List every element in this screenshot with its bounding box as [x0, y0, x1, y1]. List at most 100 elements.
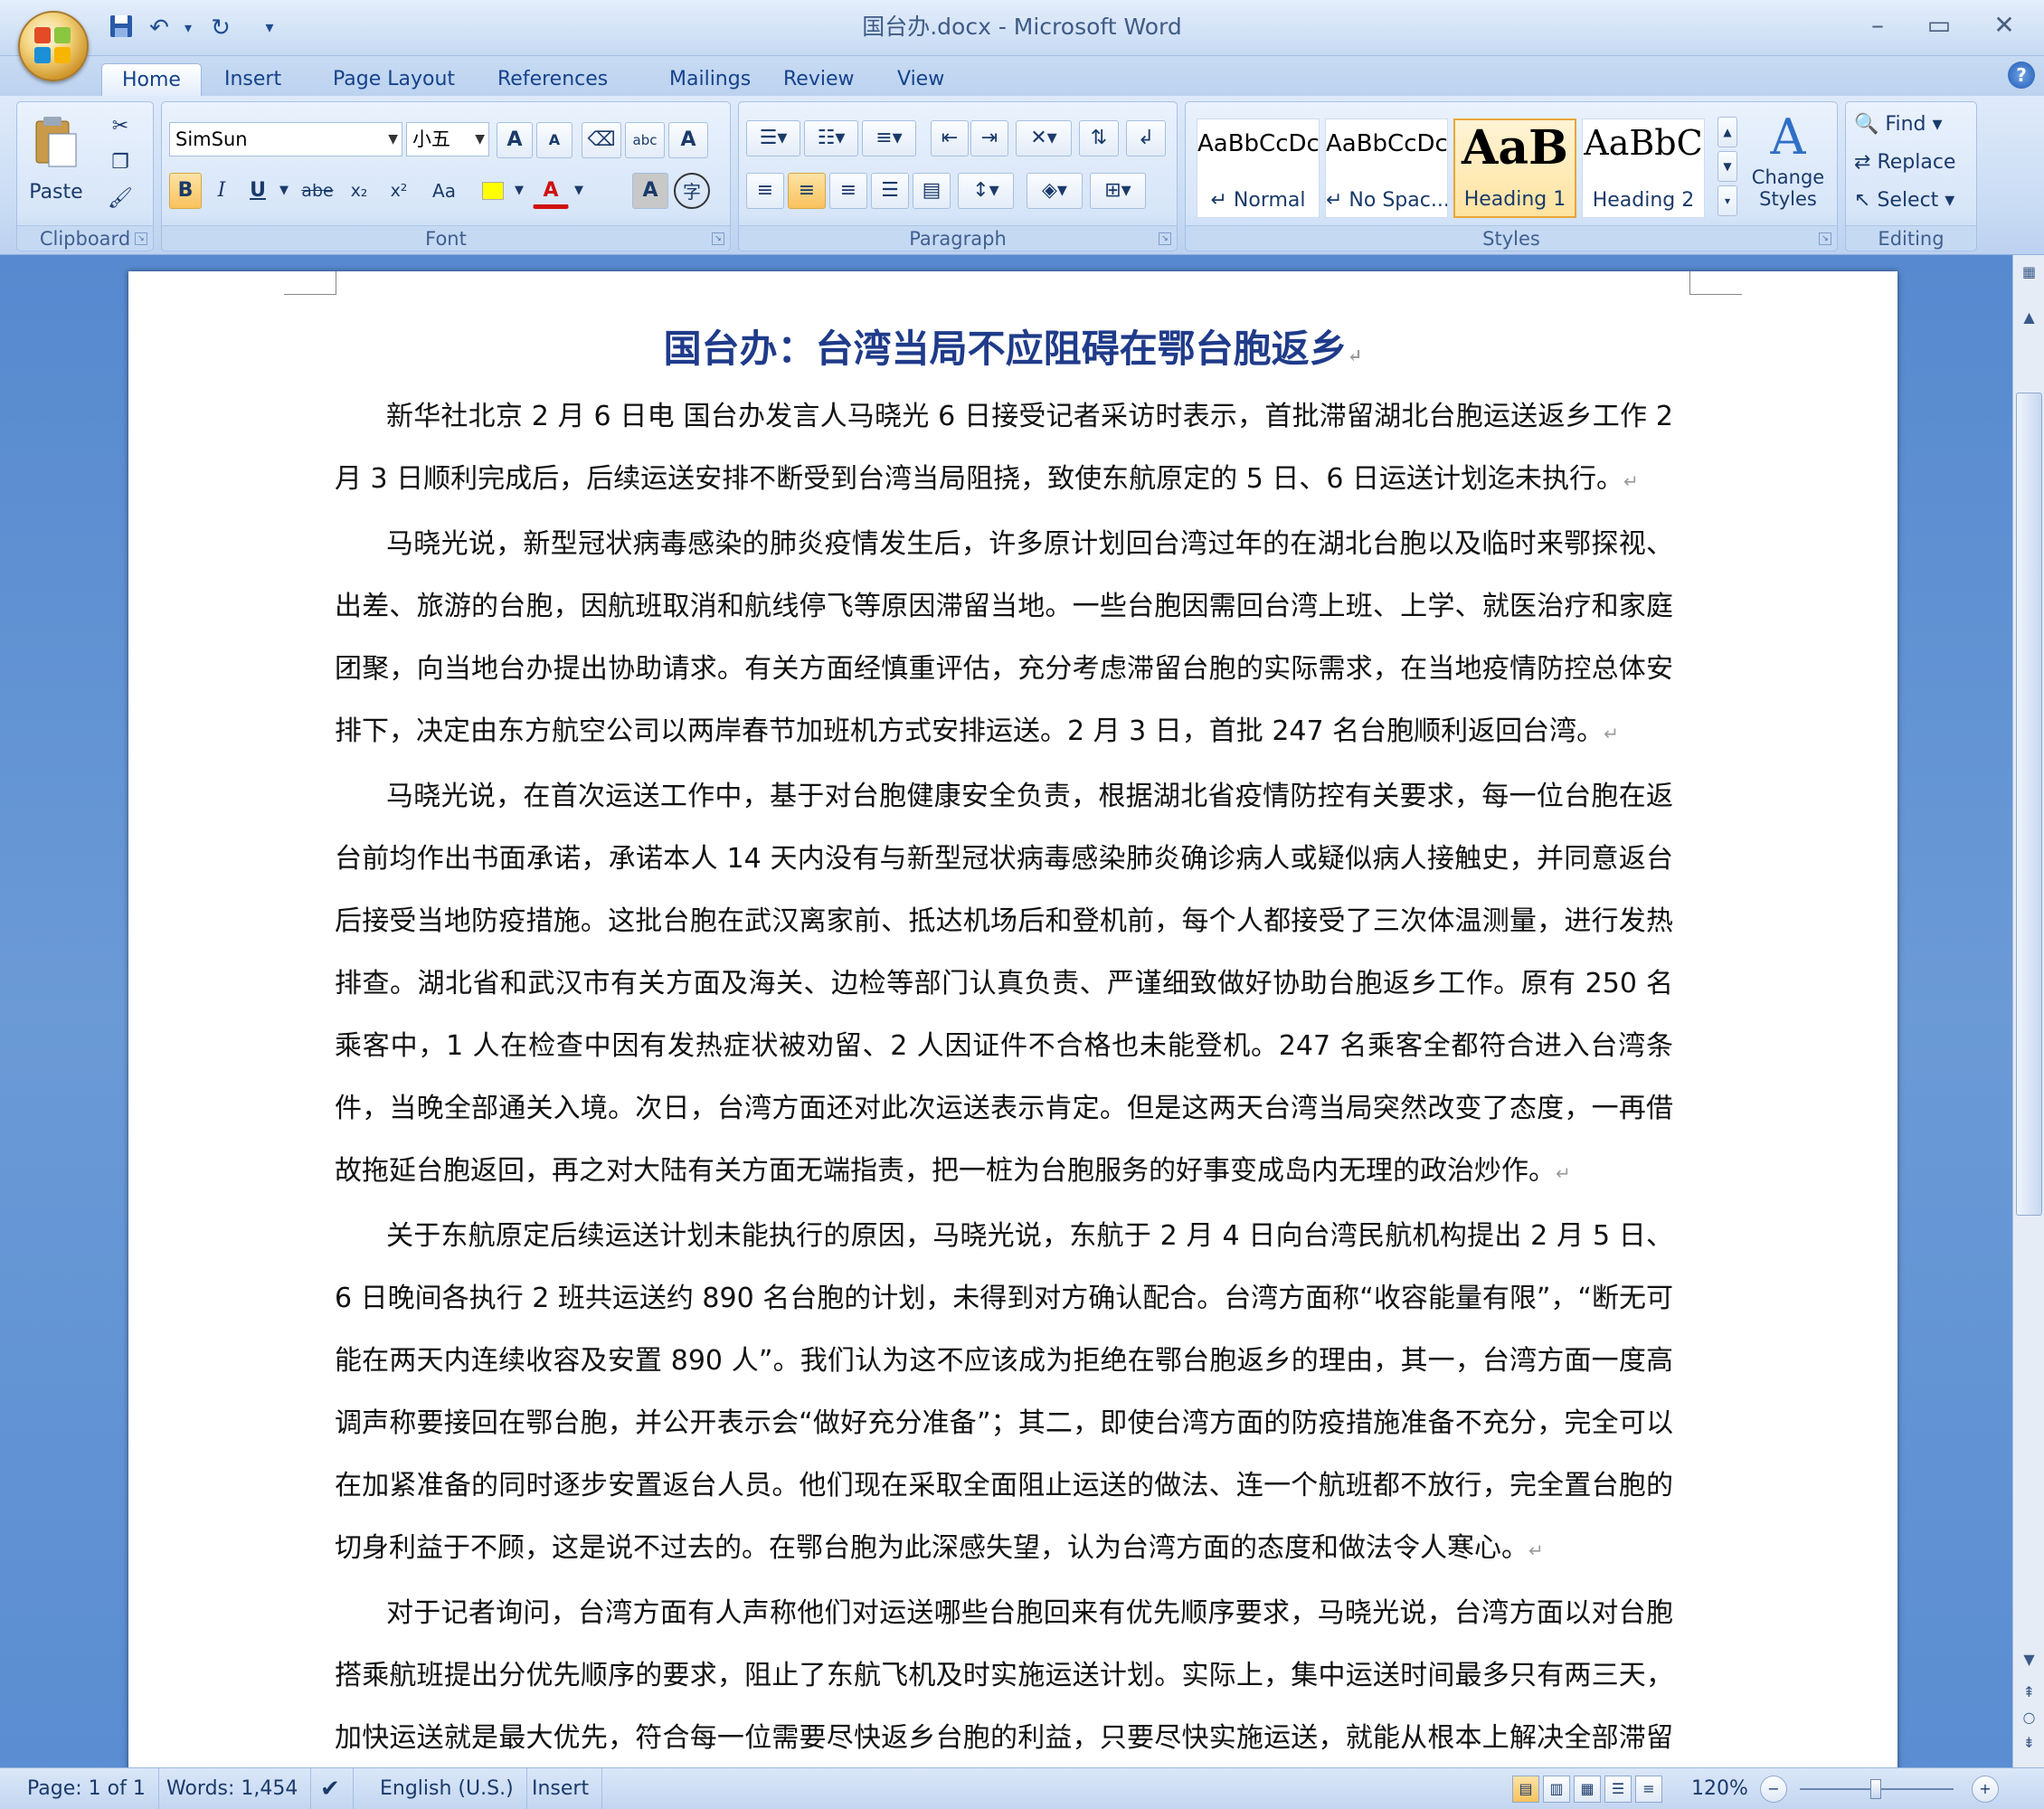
- document-paragraph[interactable]: 马晓光说，在首次运送工作中，基于对台胞健康安全负责，根据湖北省疫情防控有关要求，…: [335, 765, 1673, 1205]
- align-right-icon[interactable]: ≡: [829, 173, 867, 209]
- align-center-icon[interactable]: ≡: [788, 173, 826, 209]
- close-button[interactable]: ✕: [1975, 7, 2033, 43]
- help-icon[interactable]: ?: [2008, 62, 2035, 89]
- clipboard-launcher-icon[interactable]: ↘: [135, 232, 147, 245]
- print-layout-icon[interactable]: ▤: [1512, 1776, 1539, 1803]
- font-color-button[interactable]: A: [533, 173, 569, 209]
- tab-review[interactable]: Review: [763, 63, 875, 96]
- font-name-combo[interactable]: SimSun ▼: [169, 122, 402, 156]
- tab-references[interactable]: References: [478, 63, 628, 96]
- tab-view[interactable]: View: [877, 63, 964, 96]
- underline-dropdown-icon[interactable]: ▼: [276, 173, 292, 209]
- cut-icon[interactable]: ✂: [104, 111, 137, 142]
- document-heading[interactable]: 国台办：台湾当局不应阻碍在鄂台胞返乡↵: [128, 318, 1897, 374]
- grow-font-button[interactable]: A: [497, 122, 533, 158]
- font-color-dropdown-icon[interactable]: ▼: [571, 173, 587, 209]
- word-count[interactable]: Words: 1,454: [154, 1768, 312, 1809]
- styles-scroll-up-icon[interactable]: ▲: [1718, 117, 1737, 147]
- highlight-icon[interactable]: [477, 173, 509, 209]
- character-border-icon[interactable]: A: [668, 122, 708, 158]
- language-indicator[interactable]: English (U.S.): [367, 1768, 527, 1809]
- document-paragraph[interactable]: 马晓光说，新型冠状病毒感染的肺炎疫情发生后，许多原计划回台湾过年的在湖北台胞以及…: [335, 513, 1673, 765]
- bold-button[interactable]: B: [169, 173, 202, 209]
- show-marks-icon[interactable]: ↲: [1126, 120, 1166, 156]
- document-paragraph[interactable]: 对于记者询问，台湾方面有人声称他们对运送哪些台胞回来有优先顺序要求，马晓光说，台…: [335, 1582, 1673, 1773]
- previous-page-icon[interactable]: ⇞: [2016, 1681, 2042, 1704]
- line-spacing-icon[interactable]: ↕▾: [958, 173, 1014, 209]
- sort-icon[interactable]: ⇅: [1079, 120, 1119, 156]
- vertical-scrollbar[interactable]: ▦ ▲ ▼ ⇞ ○ ⇟: [2012, 255, 2044, 1767]
- style-no-spacing[interactable]: AaBbCcDc ↵ No Spac...: [1325, 118, 1448, 218]
- copy-icon[interactable]: ❐: [104, 147, 137, 178]
- document-paragraph[interactable]: 新华社北京 2 月 6 日电 国台办发言人马晓光 6 日接受记者采访时表示，首批…: [335, 385, 1673, 513]
- tab-home[interactable]: Home: [101, 63, 202, 96]
- scroll-thumb[interactable]: [2016, 393, 2042, 1216]
- minimize-button[interactable]: –: [1849, 7, 1907, 43]
- proofing-icon[interactable]: ✔: [308, 1768, 354, 1809]
- tab-insert[interactable]: Insert: [204, 63, 301, 96]
- subscript-button[interactable]: x₂: [341, 173, 377, 209]
- change-styles-button[interactable]: A Change Styles: [1745, 108, 1831, 220]
- replace-button[interactable]: ⇄ Replace: [1853, 147, 1969, 178]
- phonetic-guide-icon[interactable]: abc: [625, 122, 665, 158]
- clear-formatting-icon[interactable]: ⌫: [582, 122, 621, 158]
- format-painter-icon[interactable]: 🖌: [104, 184, 137, 214]
- tab-page-layout[interactable]: Page Layout: [313, 63, 475, 96]
- scroll-up-icon[interactable]: ▲: [2016, 306, 2042, 329]
- web-layout-icon[interactable]: ▦: [1574, 1776, 1601, 1803]
- shading-icon[interactable]: ◈▾: [1027, 173, 1083, 209]
- styles-group-label: Styles: [1186, 225, 1837, 251]
- full-screen-reading-icon[interactable]: ▥: [1543, 1776, 1570, 1803]
- justify-icon[interactable]: ☰: [871, 173, 909, 209]
- style-heading-2[interactable]: AaBbC Heading 2: [1582, 118, 1705, 218]
- highlight-dropdown-icon[interactable]: ▼: [511, 173, 527, 209]
- borders-icon[interactable]: ⊞▾: [1090, 173, 1146, 209]
- underline-button[interactable]: U: [241, 173, 274, 209]
- font-launcher-icon[interactable]: ↘: [712, 232, 724, 245]
- change-case-button[interactable]: Aa: [421, 173, 468, 209]
- office-button[interactable]: [18, 11, 89, 81]
- distributed-icon[interactable]: ▤: [913, 173, 951, 209]
- italic-button[interactable]: I: [205, 173, 238, 209]
- document-paragraph[interactable]: 关于东航原定后续运送计划未能执行的原因，马晓光说，东航于 2 月 4 日向台湾民…: [335, 1205, 1673, 1582]
- draft-icon[interactable]: ≡: [1635, 1776, 1662, 1803]
- zoom-level[interactable]: 120%: [1679, 1768, 1761, 1809]
- select-button[interactable]: ↖ Select ▾: [1853, 185, 1969, 216]
- multilevel-list-icon[interactable]: ≡▾: [862, 120, 916, 156]
- maximize-button[interactable]: ▭: [1910, 7, 1968, 43]
- styles-launcher-icon[interactable]: ↘: [1819, 232, 1831, 245]
- font-size-combo[interactable]: 小五 ▼: [406, 122, 489, 156]
- style-normal[interactable]: AaBbCcDc ↵ Normal: [1197, 118, 1320, 218]
- zoom-slider-thumb[interactable]: [1870, 1779, 1881, 1799]
- browse-object-icon[interactable]: ○: [2016, 1706, 2042, 1729]
- paste-button[interactable]: Paste: [24, 109, 88, 218]
- style-heading-1[interactable]: AaB Heading 1: [1453, 118, 1576, 218]
- styles-more-icon[interactable]: ▾: [1718, 185, 1737, 216]
- find-button[interactable]: 🔍 Find ▾: [1853, 109, 1969, 140]
- insert-mode[interactable]: Insert: [519, 1768, 603, 1809]
- enclose-characters-button[interactable]: 字: [674, 173, 710, 209]
- bullets-icon[interactable]: ☰▾: [746, 120, 800, 156]
- outline-icon[interactable]: ☰: [1604, 1776, 1632, 1803]
- styles-scroll-down-icon[interactable]: ▼: [1718, 151, 1737, 182]
- page-count[interactable]: Page: 1 of 1: [14, 1768, 159, 1809]
- scroll-down-icon[interactable]: ▼: [2016, 1648, 2042, 1672]
- zoom-out-icon[interactable]: −: [1760, 1776, 1787, 1803]
- view-ruler-icon[interactable]: ▦: [2016, 260, 2042, 284]
- shrink-font-button[interactable]: A: [536, 122, 573, 158]
- document-body[interactable]: 新华社北京 2 月 6 日电 国台办发言人马晓光 6 日接受记者采访时表示，首批…: [335, 385, 1673, 1773]
- numbering-icon[interactable]: ☷▾: [804, 120, 858, 156]
- zoom-in-icon[interactable]: +: [1972, 1776, 1999, 1803]
- paragraph-launcher-icon[interactable]: ↘: [1159, 232, 1171, 245]
- strikethrough-button[interactable]: abe: [298, 173, 337, 209]
- text-direction-icon[interactable]: ✕▾: [1016, 120, 1072, 156]
- paragraph-text: 对于记者询问，台湾方面有人声称他们对运送哪些台胞回来有优先顺序要求，马晓光说，台…: [335, 1597, 1673, 1754]
- tab-mailings[interactable]: Mailings: [649, 63, 771, 96]
- decrease-indent-icon[interactable]: ⇤: [931, 120, 969, 156]
- align-left-icon[interactable]: ≡: [746, 173, 784, 209]
- superscript-button[interactable]: x²: [381, 173, 417, 209]
- next-page-icon[interactable]: ⇟: [2016, 1731, 2042, 1755]
- document-page[interactable]: 国台办：台湾当局不应阻碍在鄂台胞返乡↵ 新华社北京 2 月 6 日电 国台办发言…: [128, 271, 1897, 1773]
- character-shading-button[interactable]: A: [632, 173, 668, 209]
- increase-indent-icon[interactable]: ⇥: [970, 120, 1008, 156]
